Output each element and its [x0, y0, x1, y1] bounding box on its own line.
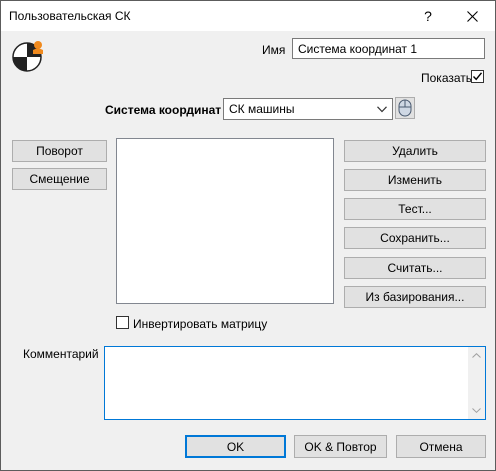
comment-textarea[interactable]	[104, 346, 486, 420]
close-icon	[466, 10, 478, 22]
checkmark-icon	[472, 72, 483, 81]
scroll-up-button[interactable]	[468, 347, 485, 364]
delete-button[interactable]: Удалить	[344, 140, 486, 162]
invert-matrix-checkbox[interactable]	[116, 316, 129, 329]
ok-button[interactable]: OK	[185, 435, 286, 458]
title-bar: Пользовательская СК ?	[1, 1, 495, 31]
ok-repeat-button[interactable]: OK & Повтор	[294, 435, 387, 458]
help-icon: ?	[424, 8, 432, 24]
scroll-down-button[interactable]	[468, 402, 485, 419]
save-button[interactable]: Сохранить...	[344, 227, 486, 249]
coord-system-value: СК машины	[229, 102, 295, 116]
comment-scrollbar[interactable]	[468, 347, 485, 419]
matrix-list[interactable]	[116, 138, 334, 304]
chevron-down-icon	[377, 106, 387, 113]
name-label: Имя	[262, 43, 286, 57]
help-button[interactable]: ?	[405, 1, 451, 31]
test-button[interactable]: Тест...	[344, 198, 486, 220]
rotate-button[interactable]: Поворот	[12, 140, 107, 162]
offset-button[interactable]: Смещение	[12, 168, 107, 190]
window-title: Пользовательская СК	[9, 9, 131, 23]
close-button[interactable]	[449, 1, 495, 31]
read-button[interactable]: Считать...	[344, 257, 486, 279]
edit-button[interactable]: Изменить	[344, 169, 486, 191]
pick-button[interactable]	[395, 97, 415, 119]
mouse-pick-icon	[398, 99, 412, 117]
coord-system-label: Система координат	[105, 103, 222, 117]
show-checkbox[interactable]	[471, 70, 484, 83]
chevron-up-icon	[472, 353, 481, 358]
cancel-button[interactable]: Отмена	[396, 435, 486, 458]
invert-matrix-label: Инвертировать матрицу	[133, 317, 268, 331]
from-base-button[interactable]: Из базирования...	[344, 286, 486, 308]
chevron-down-icon	[472, 408, 481, 413]
show-label: Показать	[421, 71, 473, 85]
coordinate-system-logo-icon	[12, 41, 43, 72]
coord-system-select[interactable]: СК машины	[223, 98, 393, 120]
comment-label: Комментарий	[23, 347, 99, 361]
dialog-window: Пользовательская СК ? Имя Система коорди…	[0, 0, 496, 471]
name-input[interactable]: Система координат 1	[292, 38, 485, 59]
